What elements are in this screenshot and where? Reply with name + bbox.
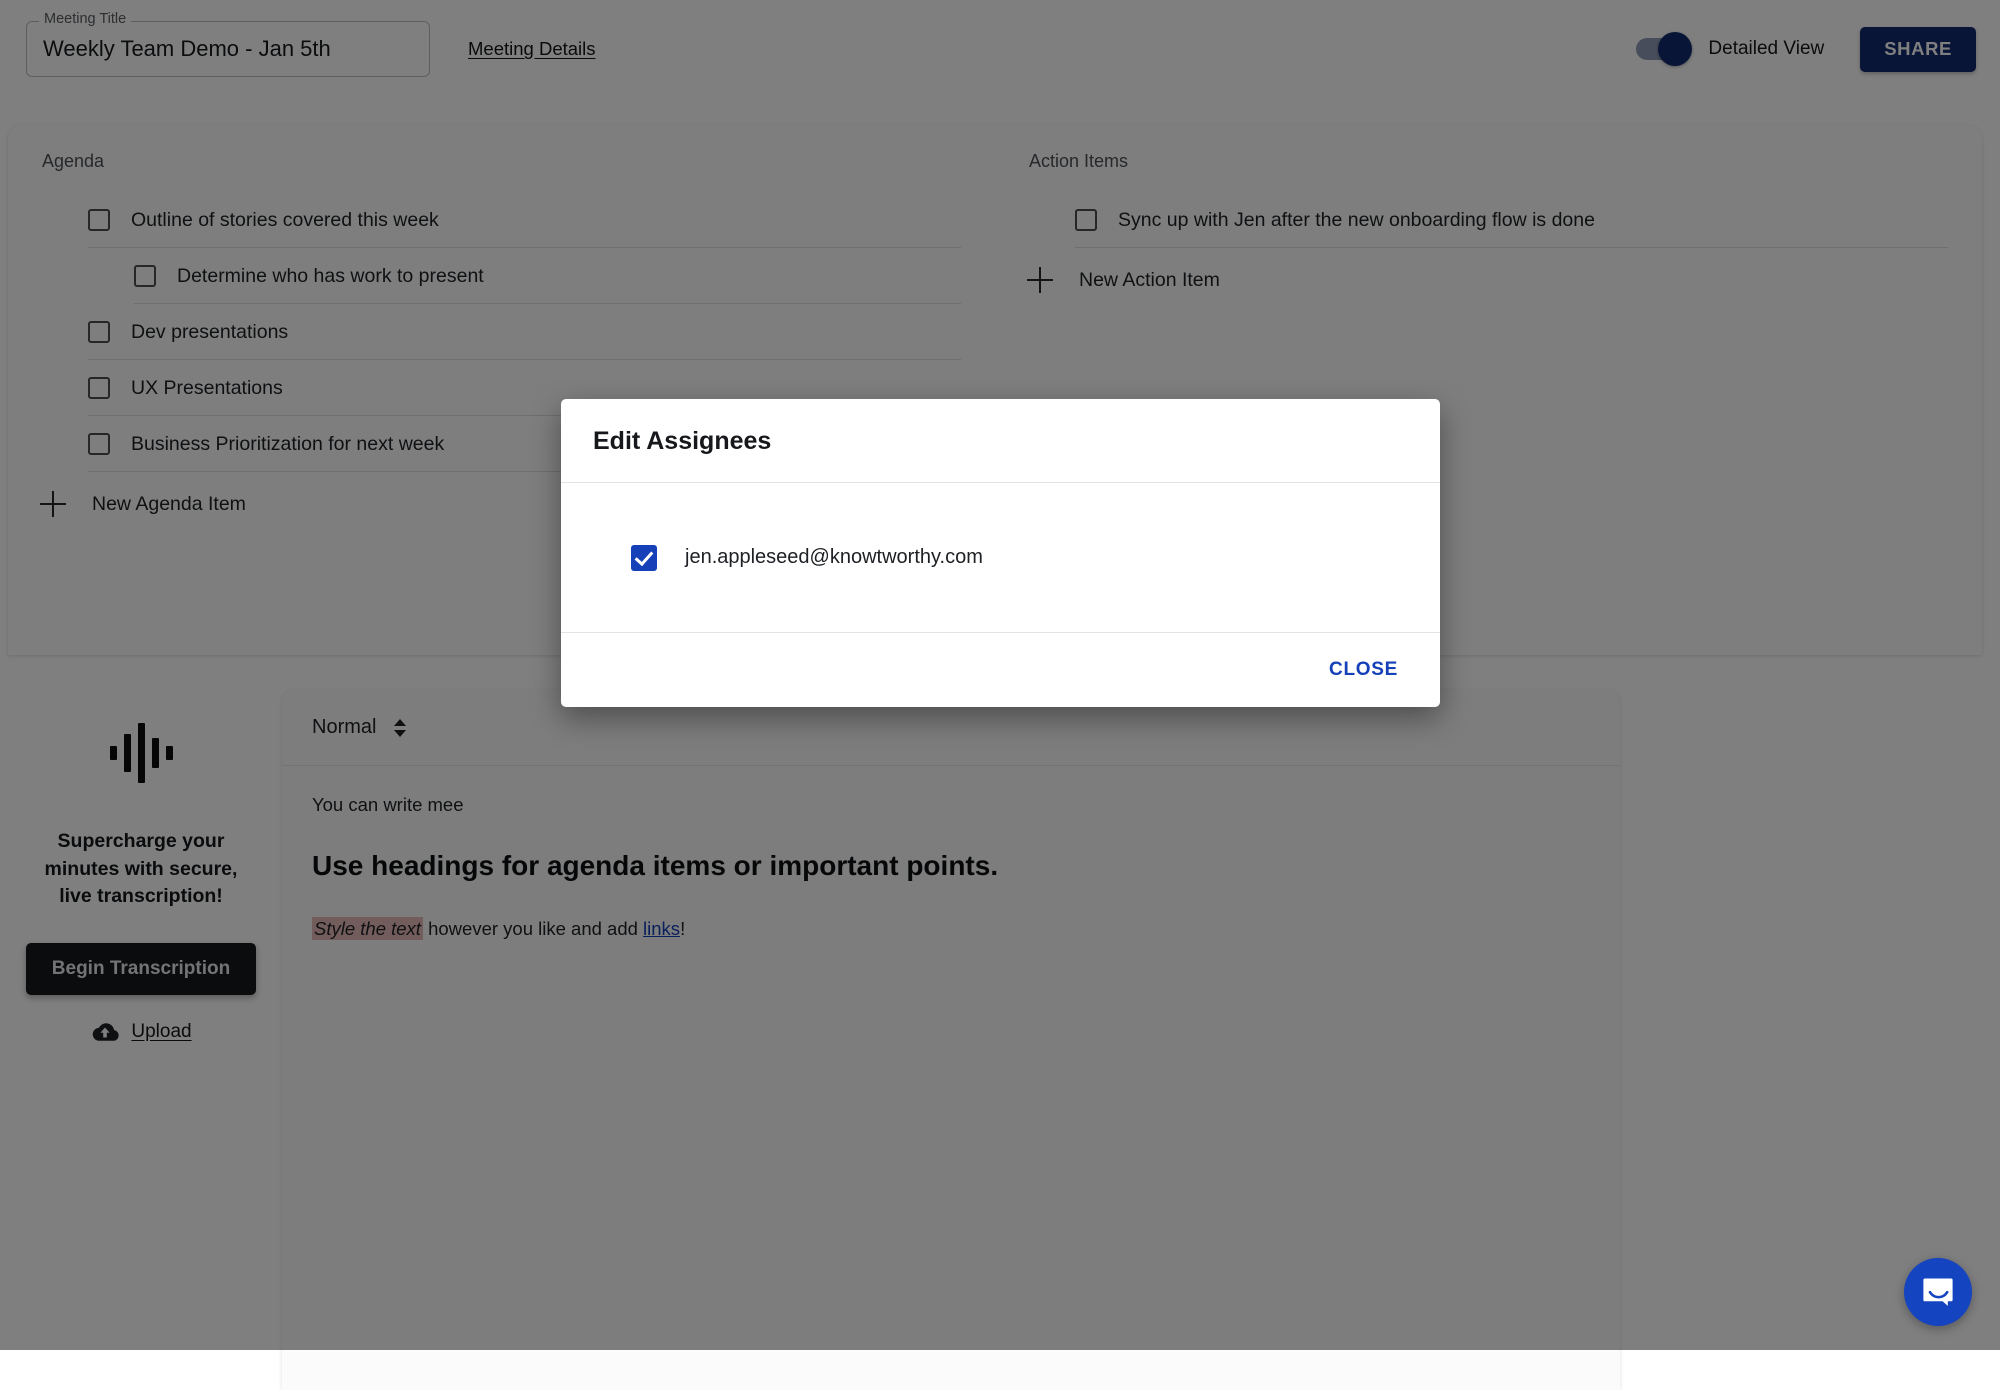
dialog-footer: CLOSE bbox=[561, 633, 1440, 707]
assignee-list-item[interactable]: jen.appleseed@knowtworthy.com bbox=[593, 545, 983, 571]
assignee-checkbox[interactable] bbox=[631, 545, 657, 571]
dialog-title: Edit Assignees bbox=[593, 427, 1408, 456]
support-chat-launcher[interactable] bbox=[1904, 1258, 1972, 1326]
dialog-body: jen.appleseed@knowtworthy.com bbox=[561, 483, 1440, 633]
dialog-header: Edit Assignees bbox=[561, 399, 1440, 483]
edit-assignees-dialog: Edit Assignees jen.appleseed@knowtworthy… bbox=[561, 399, 1440, 707]
assignee-email: jen.appleseed@knowtworthy.com bbox=[685, 546, 983, 569]
close-button[interactable]: CLOSE bbox=[1319, 651, 1408, 689]
chat-bubble-smile-icon bbox=[1921, 1275, 1955, 1309]
